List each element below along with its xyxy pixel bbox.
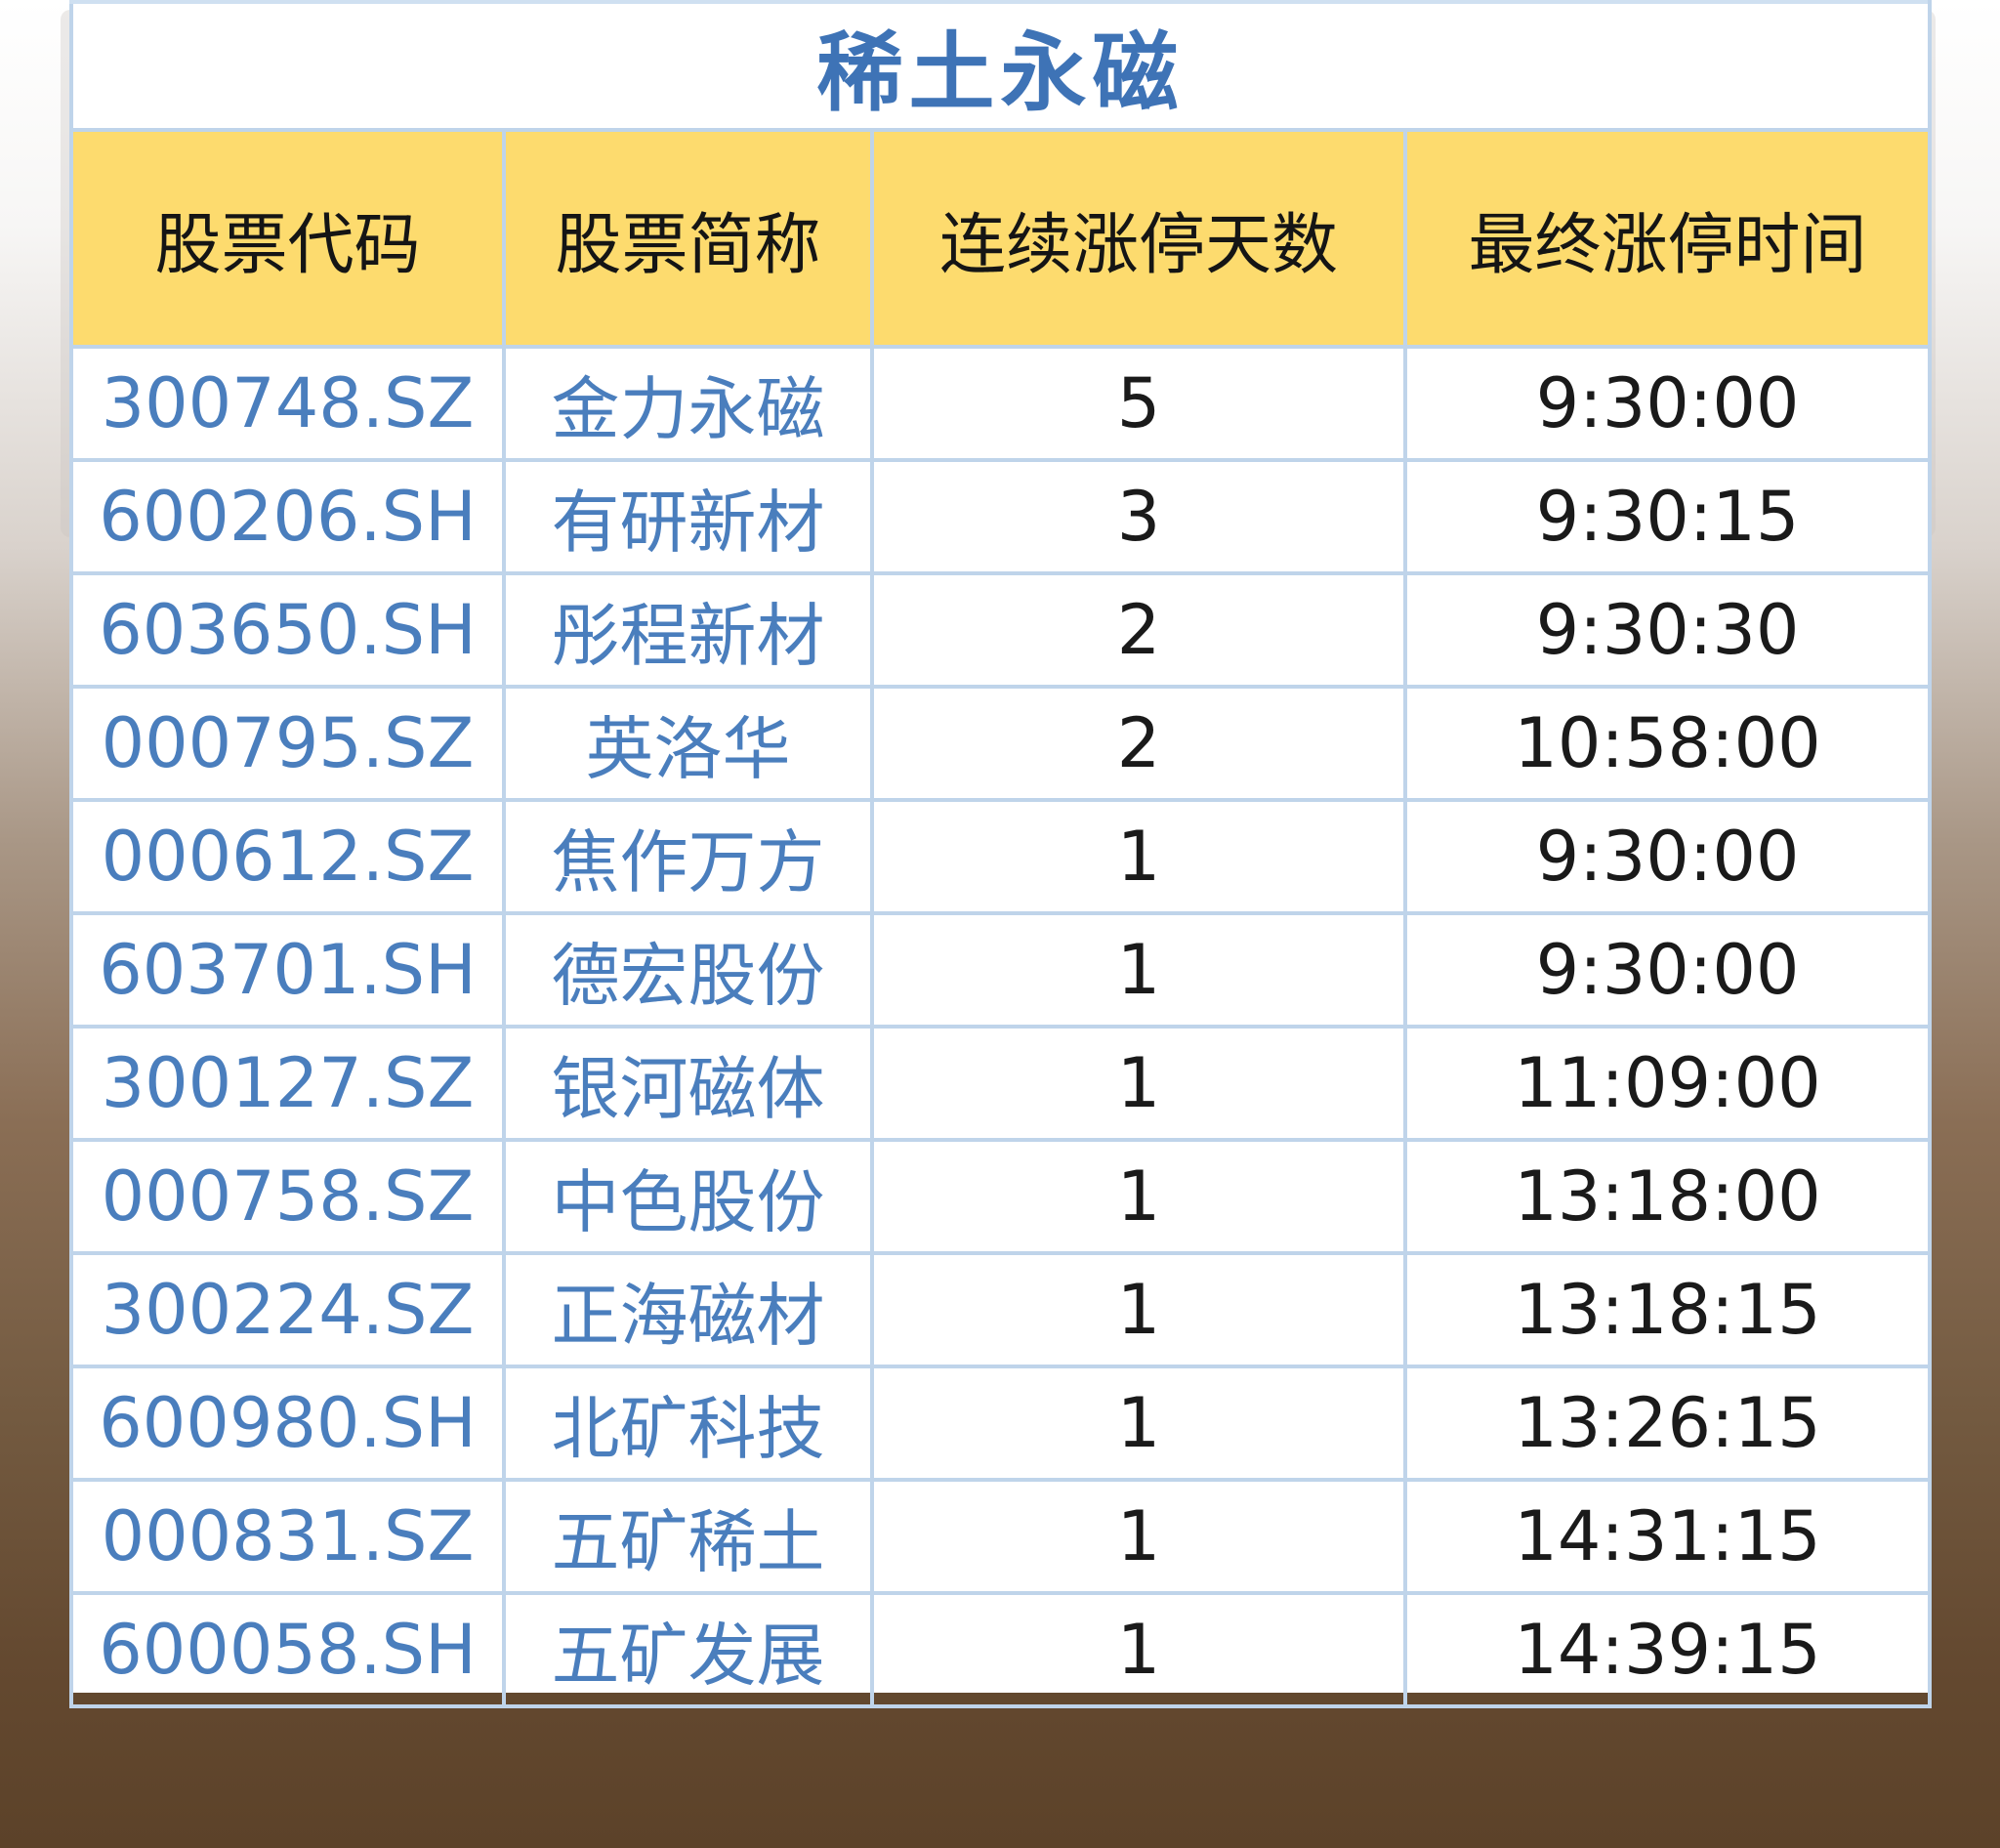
table-row: 000612.SZ 焦作万方 1 9:30:00 (69, 798, 1933, 915)
stock-code-cell: 300127.SZ (69, 1025, 506, 1142)
table-row: 603701.SH 德宏股份 1 9:30:00 (69, 911, 1933, 1029)
final-time-cell: 13:18:15 (1402, 1251, 1933, 1368)
stock-code-cell: 600206.SH (69, 458, 506, 575)
header-consecutive-days: 连续涨停天数 (870, 128, 1407, 349)
stock-name-cell: 五矿稀土 (502, 1478, 874, 1595)
stock-name-cell: 银河磁体 (502, 1025, 874, 1142)
stock-code-cell: 600980.SH (69, 1365, 506, 1482)
stock-name-cell: 焦作万方 (502, 798, 874, 915)
consecutive-days-cell: 1 (870, 1138, 1407, 1255)
stock-name-cell: 北矿科技 (502, 1365, 874, 1482)
final-time-cell: 14:39:15 (1402, 1591, 1933, 1708)
header-stock-code: 股票代码 (69, 128, 506, 349)
table-row: 603650.SH 彤程新材 2 9:30:30 (69, 571, 1933, 689)
final-time-cell: 9:30:00 (1402, 798, 1933, 915)
final-time-cell: 10:58:00 (1402, 685, 1933, 802)
header-final-limit-time: 最终涨停时间 (1402, 128, 1933, 349)
final-time-cell: 9:30:00 (1402, 345, 1933, 462)
table-row: 000795.SZ 英洛华 2 10:58:00 (69, 685, 1933, 802)
table-row: 600058.SH 五矿发展 1 14:39:15 (69, 1591, 1933, 1708)
stock-code-cell: 000795.SZ (69, 685, 506, 802)
final-time-cell: 9:30:30 (1402, 571, 1933, 689)
consecutive-days-cell: 3 (870, 458, 1407, 575)
stock-name-cell: 五矿发展 (502, 1591, 874, 1708)
limit-up-table: 稀土永磁 股票代码 股票简称 连续涨停天数 最终涨停时间 300748.SZ 金… (68, 0, 1933, 1708)
header-row: 股票代码 股票简称 连续涨停天数 最终涨停时间 (69, 128, 1933, 349)
consecutive-days-cell: 1 (870, 798, 1407, 915)
stock-code-cell: 000612.SZ (69, 798, 506, 915)
stock-name-cell: 正海磁材 (502, 1251, 874, 1368)
final-time-cell: 13:26:15 (1402, 1365, 1933, 1482)
consecutive-days-cell: 1 (870, 911, 1407, 1029)
consecutive-days-cell: 1 (870, 1251, 1407, 1368)
stock-code-cell: 000831.SZ (69, 1478, 506, 1595)
stock-code-cell: 300224.SZ (69, 1251, 506, 1368)
final-time-cell: 14:31:15 (1402, 1478, 1933, 1595)
table-row: 300748.SZ 金力永磁 5 9:30:00 (69, 345, 1933, 462)
consecutive-days-cell: 2 (870, 571, 1407, 689)
stock-name-cell: 有研新材 (502, 458, 874, 575)
table-row: 300224.SZ 正海磁材 1 13:18:15 (69, 1251, 1933, 1368)
stock-name-cell: 彤程新材 (502, 571, 874, 689)
stock-code-cell: 600058.SH (69, 1591, 506, 1708)
final-time-cell: 13:18:00 (1402, 1138, 1933, 1255)
stock-name-cell: 德宏股份 (502, 911, 874, 1029)
stock-code-cell: 300748.SZ (69, 345, 506, 462)
table-title: 稀土永磁 (68, 0, 1933, 132)
table-row: 300127.SZ 银河磁体 1 11:09:00 (69, 1025, 1933, 1142)
stock-name-cell: 英洛华 (502, 685, 874, 802)
final-time-cell: 9:30:15 (1402, 458, 1933, 575)
final-time-cell: 11:09:00 (1402, 1025, 1933, 1142)
final-time-cell: 9:30:00 (1402, 911, 1933, 1029)
consecutive-days-cell: 1 (870, 1025, 1407, 1142)
consecutive-days-cell: 1 (870, 1365, 1407, 1482)
consecutive-days-cell: 2 (870, 685, 1407, 802)
header-stock-name: 股票简称 (502, 128, 874, 349)
stock-code-cell: 603650.SH (69, 571, 506, 689)
stock-name-cell: 金力永磁 (502, 345, 874, 462)
table-row: 600980.SH 北矿科技 1 13:26:15 (69, 1365, 1933, 1482)
stock-code-cell: 603701.SH (69, 911, 506, 1029)
stock-code-cell: 000758.SZ (69, 1138, 506, 1255)
limit-up-table-container: 稀土永磁 股票代码 股票简称 连续涨停天数 最终涨停时间 300748.SZ 金… (68, 0, 1933, 1708)
table-row: 600206.SH 有研新材 3 9:30:15 (69, 458, 1933, 575)
stock-name-cell: 中色股份 (502, 1138, 874, 1255)
table-row: 000758.SZ 中色股份 1 13:18:00 (69, 1138, 1933, 1255)
consecutive-days-cell: 5 (870, 345, 1407, 462)
consecutive-days-cell: 1 (870, 1478, 1407, 1595)
consecutive-days-cell: 1 (870, 1591, 1407, 1708)
table-row: 000831.SZ 五矿稀土 1 14:31:15 (69, 1478, 1933, 1595)
